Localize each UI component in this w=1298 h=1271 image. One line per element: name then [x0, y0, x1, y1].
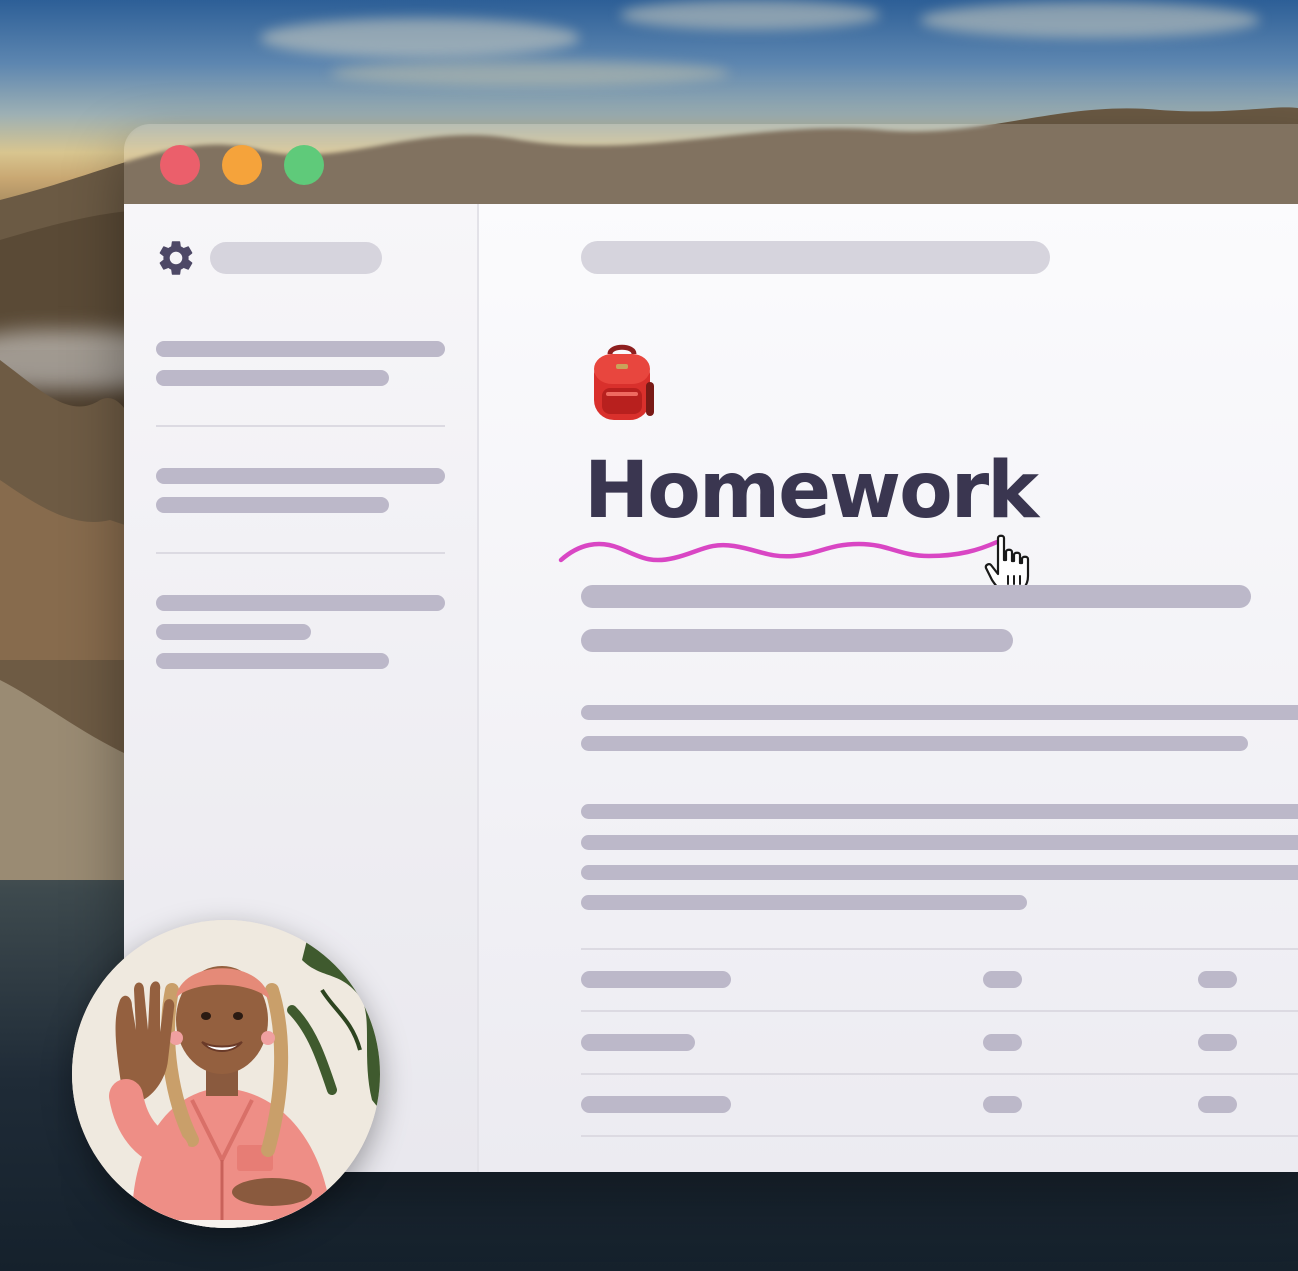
paragraph-line-placeholder	[581, 895, 1027, 910]
paragraph-line-placeholder	[581, 736, 1248, 751]
cliffs	[0, 360, 140, 880]
cloud	[260, 18, 580, 58]
table-cell-placeholder	[581, 1034, 695, 1051]
document-title[interactable]: Homework	[584, 452, 1039, 530]
table-cell-placeholder	[581, 1096, 731, 1113]
maximize-window-button[interactable]	[284, 145, 324, 185]
sidebar-item-placeholder[interactable]	[156, 624, 311, 640]
sidebar-item-placeholder[interactable]	[156, 370, 389, 386]
table-divider	[581, 1073, 1298, 1075]
sidebar-title-placeholder	[210, 242, 382, 274]
table-divider	[581, 1135, 1298, 1137]
document-breadcrumb-placeholder	[581, 241, 1050, 274]
sidebar-divider	[156, 425, 445, 427]
sidebar-item-placeholder[interactable]	[156, 497, 389, 513]
table-cell-placeholder	[983, 1034, 1022, 1051]
sidebar-item-placeholder[interactable]	[156, 468, 445, 484]
paragraph-line-placeholder	[581, 705, 1298, 720]
table-cell-placeholder	[1198, 1096, 1237, 1113]
paragraph-line-placeholder	[581, 865, 1298, 880]
minimize-window-button[interactable]	[222, 145, 262, 185]
table-cell-placeholder	[1198, 971, 1237, 988]
cloud	[620, 0, 880, 30]
backpack-icon	[594, 344, 654, 420]
subtitle-placeholder	[581, 629, 1013, 652]
sidebar-item-placeholder[interactable]	[156, 341, 445, 357]
close-window-button[interactable]	[160, 145, 200, 185]
table-cell-placeholder	[1198, 1034, 1237, 1051]
title-bar	[124, 124, 1298, 204]
sidebar-item-placeholder[interactable]	[156, 595, 445, 611]
pen-underline-annotation	[558, 539, 1000, 563]
sidebar-item-placeholder[interactable]	[156, 653, 389, 669]
subtitle-placeholder	[581, 585, 1251, 608]
gear-icon[interactable]	[155, 237, 197, 279]
table-divider	[581, 1010, 1298, 1012]
table-cell-placeholder	[983, 971, 1022, 988]
sidebar-divider	[156, 552, 445, 554]
paragraph-line-placeholder	[581, 835, 1298, 850]
video-avatar-bubble[interactable]	[72, 920, 380, 1228]
table-cell-placeholder	[581, 971, 731, 988]
paragraph-line-placeholder	[581, 804, 1298, 819]
table-divider	[581, 948, 1298, 950]
person-waving-icon	[72, 920, 380, 1228]
table-cell-placeholder	[983, 1096, 1022, 1113]
cloud	[920, 2, 1260, 38]
cloud	[330, 60, 730, 86]
